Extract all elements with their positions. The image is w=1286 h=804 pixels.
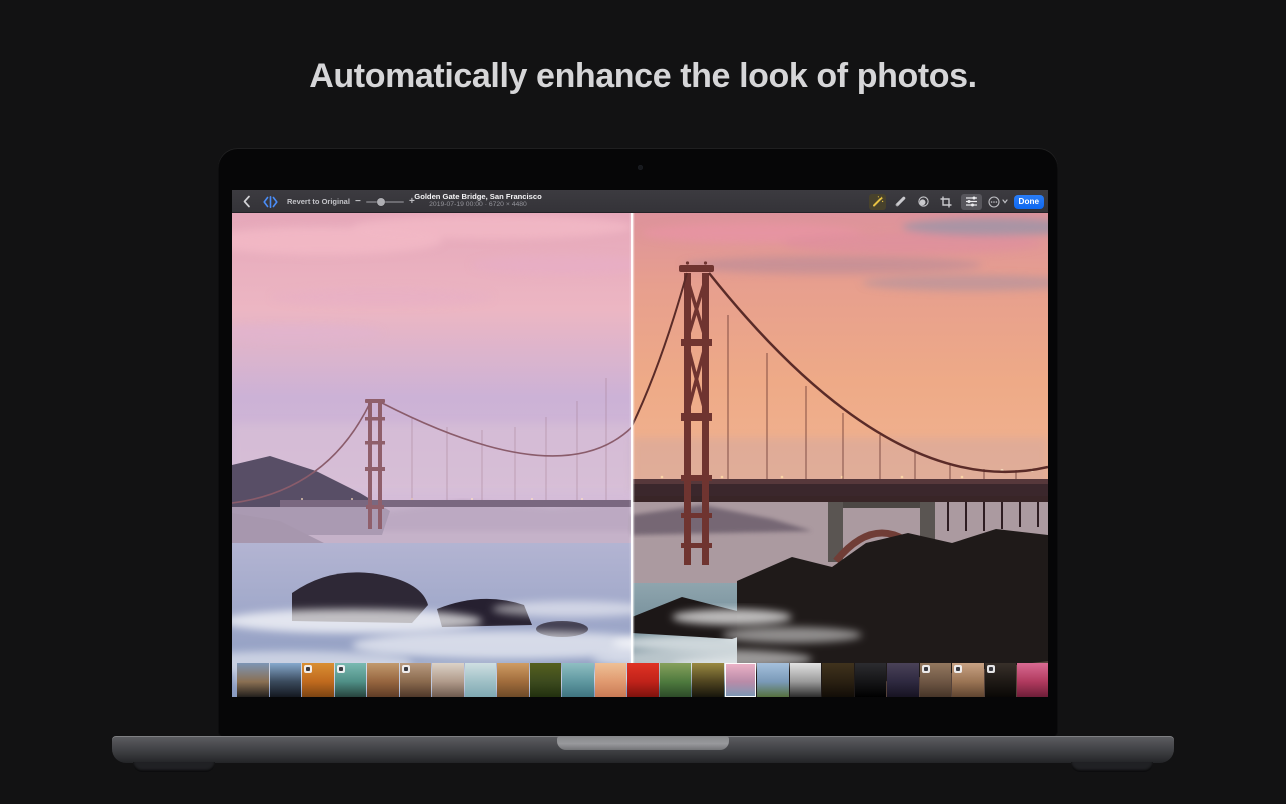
edited-badge-icon [337, 665, 345, 673]
edited-badge-icon [922, 665, 930, 673]
thumbnail-person-brown[interactable] [400, 663, 432, 697]
photo-metadata: 2019-07-19 00:00 · 6720 × 4480 [378, 201, 578, 209]
thumbnail-portrait-light[interactable] [432, 663, 464, 697]
thumbnail-lake-mountains[interactable] [270, 663, 302, 697]
photo-title: Golden Gate Bridge, San Francisco [378, 192, 578, 201]
photos-edit-toolbar: Revert to Original − + Golden Gate Bridg… [232, 190, 1048, 213]
photo-title-block: Golden Gate Bridge, San Francisco 2019-0… [378, 192, 578, 210]
thumbnail-clouds-field[interactable] [757, 663, 789, 697]
photo-canvas [232, 213, 1048, 697]
page-title: Automatically enhance the look of photos… [0, 57, 1286, 96]
before-half [232, 213, 672, 697]
thumbnail-desert-rocks[interactable] [367, 663, 399, 697]
thumbnail-ocean-aerial[interactable] [465, 663, 497, 697]
revert-to-original-button[interactable]: Revert to Original [287, 190, 350, 213]
ellipsis-circle-icon [988, 196, 1000, 208]
macbook-foot-left [133, 762, 215, 772]
thumbnail-bw-abstract[interactable] [790, 663, 822, 697]
edited-badge-icon [304, 665, 312, 673]
thumbnail-person-teal[interactable] [335, 663, 367, 697]
edited-badge-icon [954, 665, 962, 673]
macbook-foot-right [1071, 762, 1153, 772]
thumbnail-night-windows[interactable] [822, 663, 854, 697]
marketing-page: Automatically enhance the look of photos… [0, 0, 1286, 804]
zoom-out-button[interactable]: − [355, 190, 361, 213]
thumbnail-dark-portrait[interactable] [855, 663, 887, 697]
golden-gate-before-after-photo [232, 213, 1048, 697]
crop-icon [940, 196, 952, 208]
macbook-screen: Revert to Original − + Golden Gate Bridg… [232, 190, 1048, 697]
thumbnail-statue-brown[interactable] [920, 663, 952, 697]
done-button[interactable]: Done [1014, 195, 1044, 209]
thumbnail-dancer-pink[interactable] [1017, 663, 1048, 697]
thumbnail-yellow-flowers[interactable] [530, 663, 562, 697]
thumbnail-mountain-peaks[interactable] [237, 663, 269, 697]
thumbnail-poppy-field[interactable] [302, 663, 334, 697]
thumbnail-dark-figure[interactable] [985, 663, 1017, 697]
filters-button[interactable] [915, 194, 932, 210]
revert-label: Revert to Original [287, 197, 350, 206]
toolbar-right-group: Done [869, 190, 1044, 213]
crop-button[interactable] [938, 194, 955, 210]
edited-badge-icon [402, 665, 410, 673]
thumbnail-sunset-glow[interactable] [595, 663, 627, 697]
compare-before-after-button[interactable] [263, 190, 278, 213]
thumbnail-red-figure[interactable] [627, 663, 659, 697]
thumbnail-silhouette-olive[interactable] [692, 663, 724, 697]
adjust-sliders-icon [965, 196, 978, 207]
extensions-more-button[interactable] [988, 196, 1008, 208]
filters-icon [917, 195, 930, 208]
retouch-button[interactable] [892, 194, 909, 210]
photo-filmstrip [237, 663, 1048, 697]
thumbnail-golden-gate-bridge[interactable] [725, 663, 757, 697]
auto-enhance-button[interactable] [869, 194, 886, 210]
before-after-compare-icon [263, 196, 278, 208]
thumbnail-person-tan[interactable] [952, 663, 984, 697]
chevron-down-icon [1002, 199, 1008, 204]
retouch-pencil-icon [894, 195, 907, 208]
thumbnail-surf-waves[interactable] [562, 663, 594, 697]
thumbnail-rock-arch[interactable] [497, 663, 529, 697]
before-after-divider [631, 213, 633, 697]
thumbnail-night-city[interactable] [887, 663, 919, 697]
edited-badge-icon [987, 665, 995, 673]
magic-wand-icon [871, 195, 884, 208]
lid-lift-notch [557, 736, 729, 750]
back-button[interactable] [242, 190, 251, 213]
webcam-camera [638, 165, 643, 170]
thumbnail-person-green[interactable] [660, 663, 692, 697]
after-half [592, 213, 1048, 697]
adjust-button[interactable] [961, 194, 982, 210]
back-chevron-icon [242, 195, 251, 208]
